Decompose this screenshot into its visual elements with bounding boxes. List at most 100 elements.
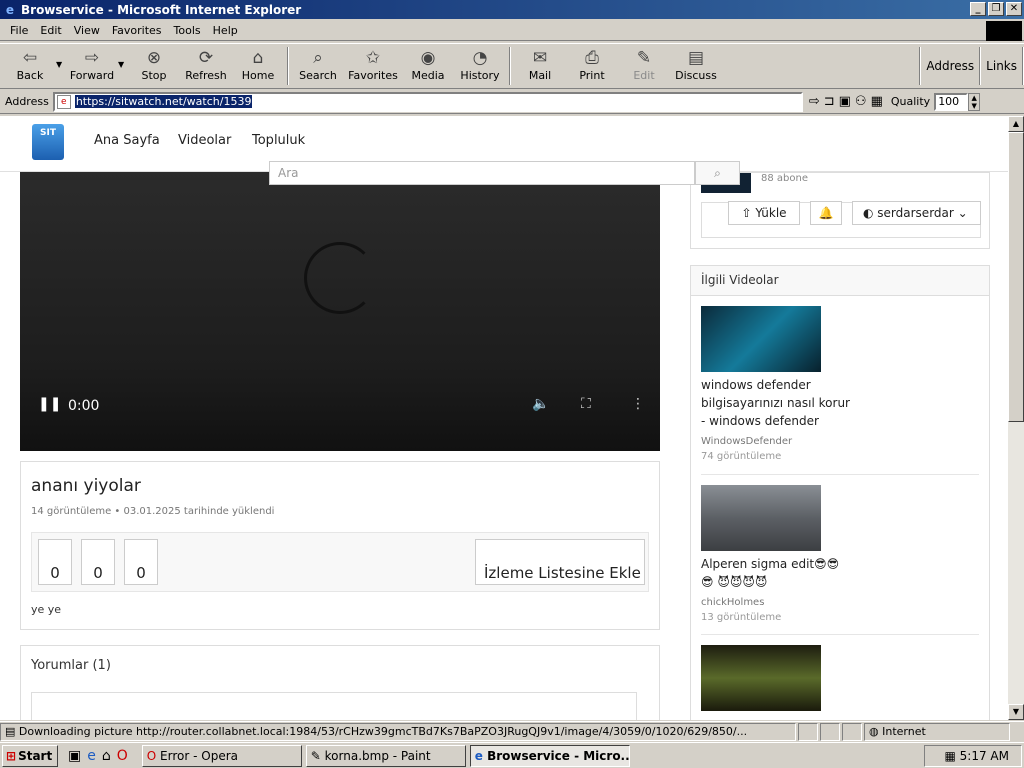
- taskbar: ⊞ Start ▣ e ⌂ O O Error - Opera ✎ korna.b…: [0, 742, 1024, 768]
- history-button[interactable]: ◔ History: [454, 44, 506, 88]
- add-to-watchlist-button[interactable]: İzleme Listesine Ekle: [475, 539, 645, 585]
- site-logo[interactable]: SIT: [32, 124, 64, 160]
- discuss-icon: ▤: [687, 48, 705, 68]
- ie-quicklaunch-icon[interactable]: e: [87, 748, 96, 764]
- clipboard-icon[interactable]: ▦: [871, 94, 883, 109]
- scroll-down-arrow-icon[interactable]: ▼: [1008, 704, 1024, 720]
- opera-icon: O: [146, 748, 161, 763]
- globe-icon: ◍: [869, 724, 883, 738]
- print-button[interactable]: ⎙ Print: [566, 44, 618, 88]
- standard-toolbar: ⇦ Back ▼ ⇨ Forward ▼ ⊗ Stop ⟳ Refresh ⌂ Home …: [0, 43, 1024, 89]
- refresh-icon: ⟳: [198, 48, 214, 68]
- find-icon[interactable]: ⚇: [855, 94, 867, 109]
- refresh-button[interactable]: ⟳ Refresh: [180, 44, 232, 88]
- dislike-count-button[interactable]: 0: [81, 539, 115, 585]
- system-tray: ▦ 5:17 AM: [924, 745, 1022, 767]
- media-button[interactable]: ◉ Media: [402, 44, 454, 88]
- nav-home-link[interactable]: Ana Sayfa: [94, 133, 160, 148]
- related-video-channel[interactable]: chickHolmes: [701, 597, 979, 608]
- network-icon[interactable]: ⌂: [102, 748, 111, 764]
- related-video-thumbnail[interactable]: [701, 306, 821, 372]
- stop-icon: ⊗: [146, 48, 162, 68]
- menu-bar: File Edit View Favorites Tools Help: [0, 21, 1024, 41]
- clock[interactable]: 5:17 AM: [960, 749, 1009, 763]
- related-video-channel[interactable]: WindowsDefender: [701, 436, 979, 447]
- task-opera[interactable]: O Error - Opera: [141, 744, 302, 767]
- search-button[interactable]: ⌕ Search: [292, 44, 344, 88]
- forward-button[interactable]: ⇨ Forward: [66, 44, 118, 88]
- quality-label: Quality: [890, 95, 931, 108]
- task-browservice[interactable]: e Browservice - Micro...: [469, 744, 630, 767]
- nav-videos-link[interactable]: Videolar: [178, 133, 231, 148]
- window-title: Browservice - Microsoft Internet Explore…: [21, 2, 302, 17]
- quality-stepper[interactable]: ▲ ▼: [968, 92, 981, 111]
- menu-view[interactable]: View: [74, 24, 100, 37]
- pause-icon[interactable]: ❚❚: [38, 396, 61, 412]
- menu-help[interactable]: Help: [213, 24, 238, 37]
- address-input[interactable]: e https://sitwatch.net/watch/1539: [52, 91, 803, 112]
- mail-icon: ✉: [532, 48, 548, 68]
- more-options-icon[interactable]: ⋮: [631, 396, 645, 412]
- site-search-input[interactable]: Ara: [269, 161, 695, 185]
- forward-arrow-icon: ⇨: [84, 48, 100, 68]
- go-arrow-icon[interactable]: ⇨: [809, 94, 820, 109]
- site-search-button[interactable]: ⌕: [695, 161, 740, 185]
- related-videos-card: İlgili Videolar windows defender bilgisa…: [690, 265, 990, 720]
- toolbar-separator: [919, 47, 922, 85]
- related-video-title[interactable]: Alperen sigma edit😎😎😎 😈😈😈😈: [701, 555, 851, 591]
- stop-button[interactable]: ⊗ Stop: [128, 44, 180, 88]
- edit-button[interactable]: ✎ Edit: [618, 44, 670, 88]
- menu-edit[interactable]: Edit: [40, 24, 61, 37]
- scroll-up-arrow-icon[interactable]: ▲: [1008, 116, 1024, 132]
- menu-tools[interactable]: Tools: [174, 24, 201, 37]
- links-band-label[interactable]: Links: [986, 59, 1017, 73]
- start-button[interactable]: ⊞ Start: [2, 744, 58, 767]
- related-video-item[interactable]: Alperen sigma edit😎😎😎 😈😈😈😈 chickHolmes 1…: [701, 485, 979, 623]
- task-paint[interactable]: ✎ korna.bmp - Paint: [305, 744, 466, 767]
- show-desktop-icon[interactable]: ▣: [68, 748, 81, 764]
- menu-favorites[interactable]: Favorites: [112, 24, 162, 37]
- tray-icon[interactable]: ▦: [945, 749, 960, 763]
- close-button[interactable]: ✕: [1006, 2, 1022, 16]
- loading-spinner: [304, 242, 376, 314]
- address-url[interactable]: https://sitwatch.net/watch/1539: [74, 95, 253, 108]
- mail-button[interactable]: ✉ Mail: [514, 44, 566, 88]
- related-video-title[interactable]: windows defender bilgisayarınızı nasıl k…: [701, 376, 851, 430]
- favorites-button[interactable]: ✩ Favorites: [344, 44, 402, 88]
- toolbar-separator: [979, 47, 982, 85]
- bookmark-icon[interactable]: ⊐: [824, 94, 835, 109]
- fullscreen-icon[interactable]: ⛶: [581, 396, 591, 412]
- related-video-thumbnail[interactable]: [701, 645, 821, 711]
- opera-icon[interactable]: O: [117, 748, 128, 764]
- restore-button[interactable]: ❐: [988, 2, 1004, 16]
- share-count-button[interactable]: 0: [124, 539, 158, 585]
- nav-community-link[interactable]: Topluluk: [252, 133, 305, 148]
- related-video-item[interactable]: [701, 645, 979, 711]
- ie-icon: e: [474, 748, 488, 763]
- vertical-scrollbar[interactable]: ▲ ▼: [1008, 116, 1024, 720]
- comments-card: Yorumlar (1): [20, 645, 660, 720]
- security-zone: ◍ Internet: [864, 722, 1010, 741]
- video-player[interactable]: ❚❚ 0:00 🔈 ⛶ ⋮: [20, 172, 660, 486]
- home-button[interactable]: ⌂ Home: [232, 44, 284, 88]
- user-menu-button[interactable]: ◐ serdarserdar ⌄: [852, 201, 981, 225]
- like-count-button[interactable]: 0: [38, 539, 72, 585]
- volume-icon[interactable]: 🔈: [532, 396, 549, 412]
- favorites-folder-icon: ✩: [365, 48, 381, 68]
- discuss-button[interactable]: ▤ Discuss: [670, 44, 722, 88]
- related-video-thumbnail[interactable]: [701, 485, 821, 551]
- back-button[interactable]: ⇦ Back: [4, 44, 56, 88]
- upload-button[interactable]: ⇧ Yükle: [728, 201, 800, 225]
- address-band-label[interactable]: Address: [926, 59, 974, 73]
- toolbar-separator: [509, 47, 511, 85]
- related-video-item[interactable]: windows defender bilgisayarınızı nasıl k…: [701, 306, 979, 462]
- comment-input[interactable]: [31, 692, 637, 720]
- notifications-button[interactable]: 🔔: [810, 201, 842, 225]
- zoom-icon[interactable]: ▣: [839, 94, 851, 109]
- back-dropdown[interactable]: ▼: [56, 44, 66, 69]
- minimize-button[interactable]: _: [970, 2, 986, 16]
- menu-file[interactable]: File: [10, 24, 28, 37]
- scrollbar-thumb[interactable]: [1008, 132, 1024, 422]
- quality-input[interactable]: 100: [934, 92, 969, 111]
- forward-dropdown[interactable]: ▼: [118, 44, 128, 69]
